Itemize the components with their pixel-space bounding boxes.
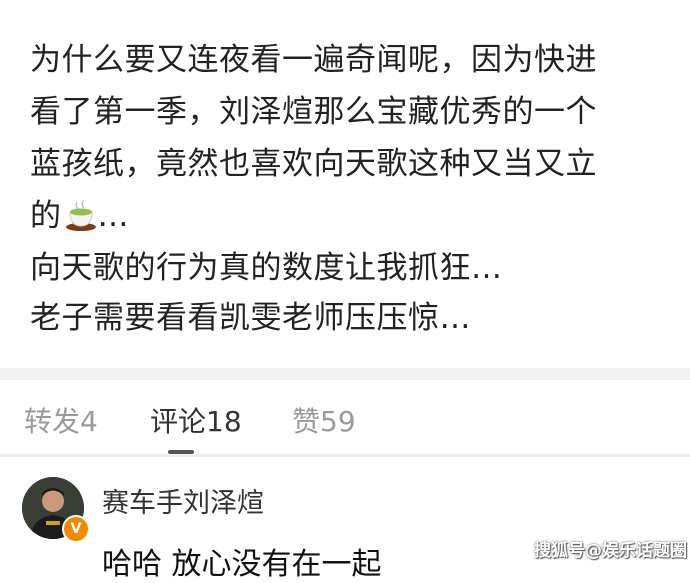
post-text-line: 看了第一季，刘泽煊那么宝藏优秀的一个 [30,94,597,130]
tab-comments[interactable]: 评论18 [150,400,242,440]
tab-likes[interactable]: 赞59 [292,400,356,440]
post-text-line: 蓝孩纸，竟然也喜欢向天歌这种又当又立 [30,146,597,182]
comment-text: 哈哈 放心没有在一起 [102,547,382,582]
tab-repost[interactable]: 转发4 [24,400,98,440]
post-text-line: 老子需要看看凯雯老师压压惊… [30,300,471,336]
post-text-line: 为什么要又连夜看一遍奇闻呢，因为快进 [30,42,597,78]
interaction-tabs: 转发4 评论18 赞59 [0,380,690,454]
watermark: 搜狐号@娱乐话题圈 [534,541,687,561]
post-text-fragment: … [97,198,129,234]
verified-badge-icon: V [62,515,90,543]
post-text-fragment: 的 [30,198,62,234]
post-text-line: 的 … [30,196,129,236]
post-text-line: 向天歌的行为真的数度让我抓狂… [30,250,503,286]
post-body: 为什么要又连夜看一遍奇闻呢，因为快进 看了第一季，刘泽煊那么宝藏优秀的一个 蓝孩… [0,0,690,368]
tea-icon [64,198,98,232]
section-divider [0,368,690,380]
comment-author[interactable]: 赛车手刘泽煊 [102,481,264,520]
